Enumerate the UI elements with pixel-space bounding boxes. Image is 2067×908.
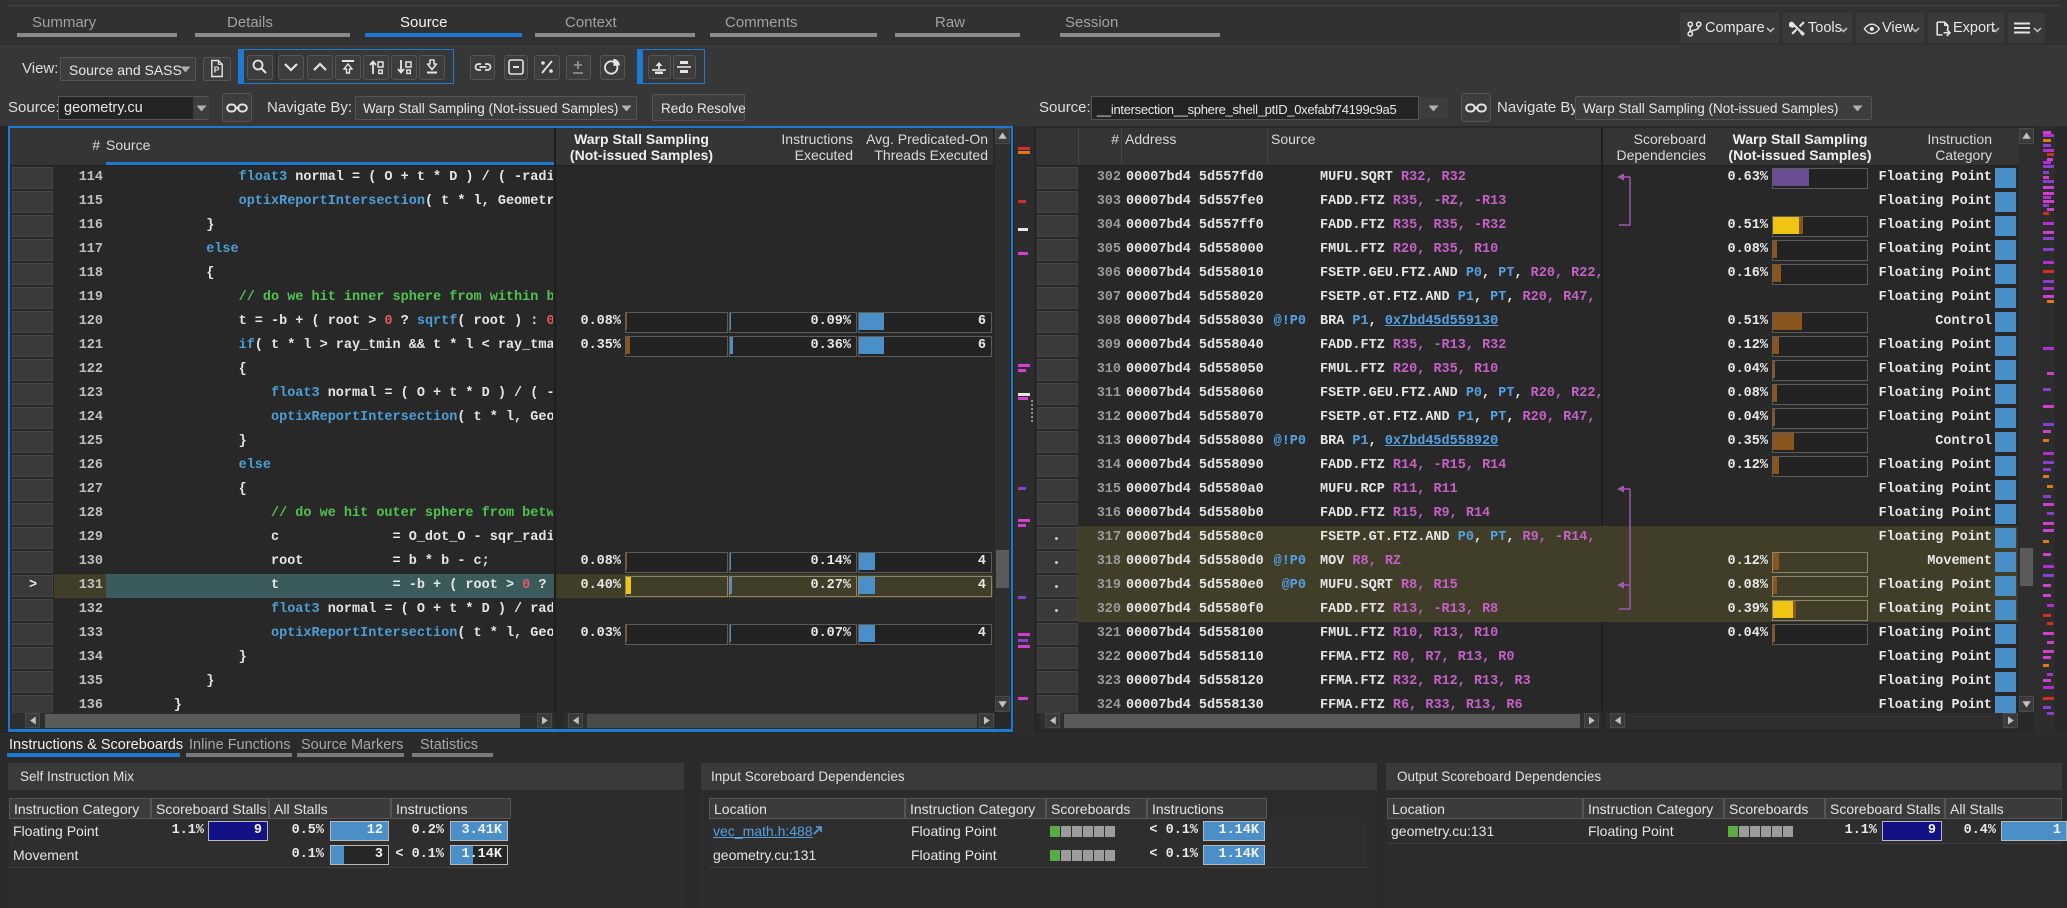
svg-text:P: P [214,65,220,75]
